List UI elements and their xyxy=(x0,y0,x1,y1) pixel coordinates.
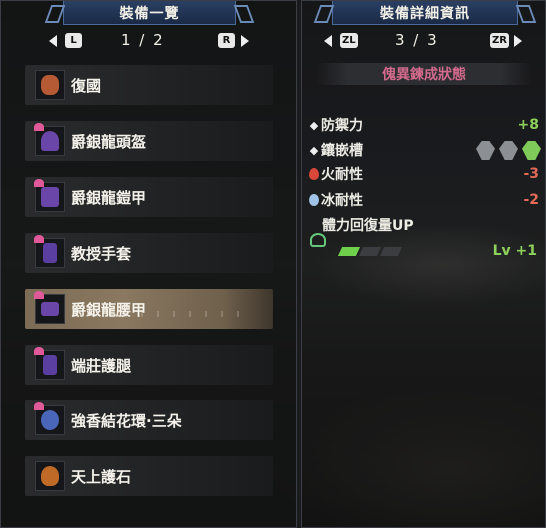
legs-icon xyxy=(34,347,65,380)
equipment-item-chest[interactable]: 爵銀龍鎧甲 xyxy=(25,177,273,217)
equipment-item-garland[interactable]: 強香結花環·三朵 xyxy=(25,400,273,440)
skill-label: 體力回復量UP xyxy=(322,218,414,234)
qurio-status-header: 傀異鍊成狀態 xyxy=(316,63,532,85)
ice-res-label: 冰耐性 xyxy=(321,193,363,209)
ice-res-value: -2 xyxy=(523,192,539,208)
panel-title: 裝備一覽 xyxy=(63,1,236,25)
equipment-item-gloves[interactable]: 教授手套 xyxy=(25,233,273,273)
ice-res-row: 冰耐性 -2 xyxy=(307,190,541,210)
list-pager: L 1 / 2 R xyxy=(1,31,298,51)
equipment-item-legs[interactable]: 端莊護腿 xyxy=(25,345,273,385)
prev-page-arrow-icon[interactable] xyxy=(49,35,57,47)
skill-level-bar xyxy=(337,247,403,256)
skill-level-pip xyxy=(358,247,382,256)
skill-level-pip xyxy=(379,247,403,256)
page-indicator: 1 / 2 xyxy=(121,31,165,49)
item-name: 爵銀龍鎧甲 xyxy=(71,188,147,207)
empty-slot-icon xyxy=(476,141,495,160)
defense-value: +8 xyxy=(517,117,539,133)
ice-icon xyxy=(309,194,319,206)
garland-icon xyxy=(34,402,65,435)
equipment-detail-panel: 裝備詳細資訊 ZL 3 / 3 ZR 傀異鍊成狀態 ◆ 防禦力 +8 ◆ 鑲嵌槽… xyxy=(301,0,546,528)
next-detail-arrow-icon[interactable] xyxy=(514,35,522,47)
slots-row: ◆ 鑲嵌槽 xyxy=(307,140,541,160)
defense-label: 防禦力 xyxy=(321,118,363,134)
fire-res-value: -3 xyxy=(523,166,539,182)
equipment-item-charm[interactable]: 復國 xyxy=(25,65,273,105)
decoration-slots xyxy=(476,141,541,160)
defense-row: ◆ 防禦力 +8 xyxy=(307,115,541,135)
equipment-item-helmet[interactable]: 爵銀龍頭盔 xyxy=(25,121,273,161)
item-name: 天上護石 xyxy=(71,467,132,486)
fire-res-label: 火耐性 xyxy=(321,167,363,183)
item-name: 爵銀龍腰甲 xyxy=(71,300,147,319)
prev-detail-arrow-icon[interactable] xyxy=(324,35,332,47)
diamond-icon: ◆ xyxy=(309,143,319,157)
detail-pager: ZL 3 / 3 ZR xyxy=(302,31,546,51)
prev-detail-button[interactable]: ZL xyxy=(340,33,358,48)
charm-icon xyxy=(35,70,65,100)
detail-page-indicator: 3 / 3 xyxy=(395,31,439,49)
equipment-list-panel: 裝備一覽 L 1 / 2 R 復國 爵銀龍頭盔 爵銀龍鎧甲 教授手套 爵銀龍腰甲… xyxy=(0,0,297,528)
item-name: 爵銀龍頭盔 xyxy=(71,132,147,151)
slots-label: 鑲嵌槽 xyxy=(321,143,363,159)
diamond-icon: ◆ xyxy=(309,118,319,132)
gloves-icon xyxy=(34,235,65,268)
waist-icon xyxy=(34,291,65,324)
item-name: 教授手套 xyxy=(71,244,132,263)
prev-page-button[interactable]: L xyxy=(65,33,82,48)
item-name: 端莊護腿 xyxy=(71,356,132,375)
chest-icon xyxy=(34,179,65,212)
equipment-item-waist-selected[interactable]: 爵銀龍腰甲 xyxy=(25,289,273,329)
next-page-button[interactable]: R xyxy=(218,33,235,48)
helmet-icon xyxy=(34,123,65,156)
skill-row: 體力回復量UP xyxy=(322,215,541,235)
next-detail-button[interactable]: ZR xyxy=(490,33,509,48)
empty-slot-icon xyxy=(499,141,518,160)
item-name: 強香結花環·三朵 xyxy=(71,411,182,430)
panel-title: 裝備詳細資訊 xyxy=(332,1,518,25)
equipment-item-talisman[interactable]: 天上護石 xyxy=(25,456,273,496)
item-name: 復國 xyxy=(71,76,102,95)
skill-level-pip xyxy=(337,247,361,256)
next-page-arrow-icon[interactable] xyxy=(241,35,249,47)
fire-icon xyxy=(309,168,319,180)
talisman-icon xyxy=(35,461,65,491)
skill-level-text: Lv +1 xyxy=(492,243,537,259)
fire-res-row: 火耐性 -3 xyxy=(307,164,541,184)
skill-icon xyxy=(310,233,326,247)
filled-slot-icon xyxy=(522,141,541,160)
